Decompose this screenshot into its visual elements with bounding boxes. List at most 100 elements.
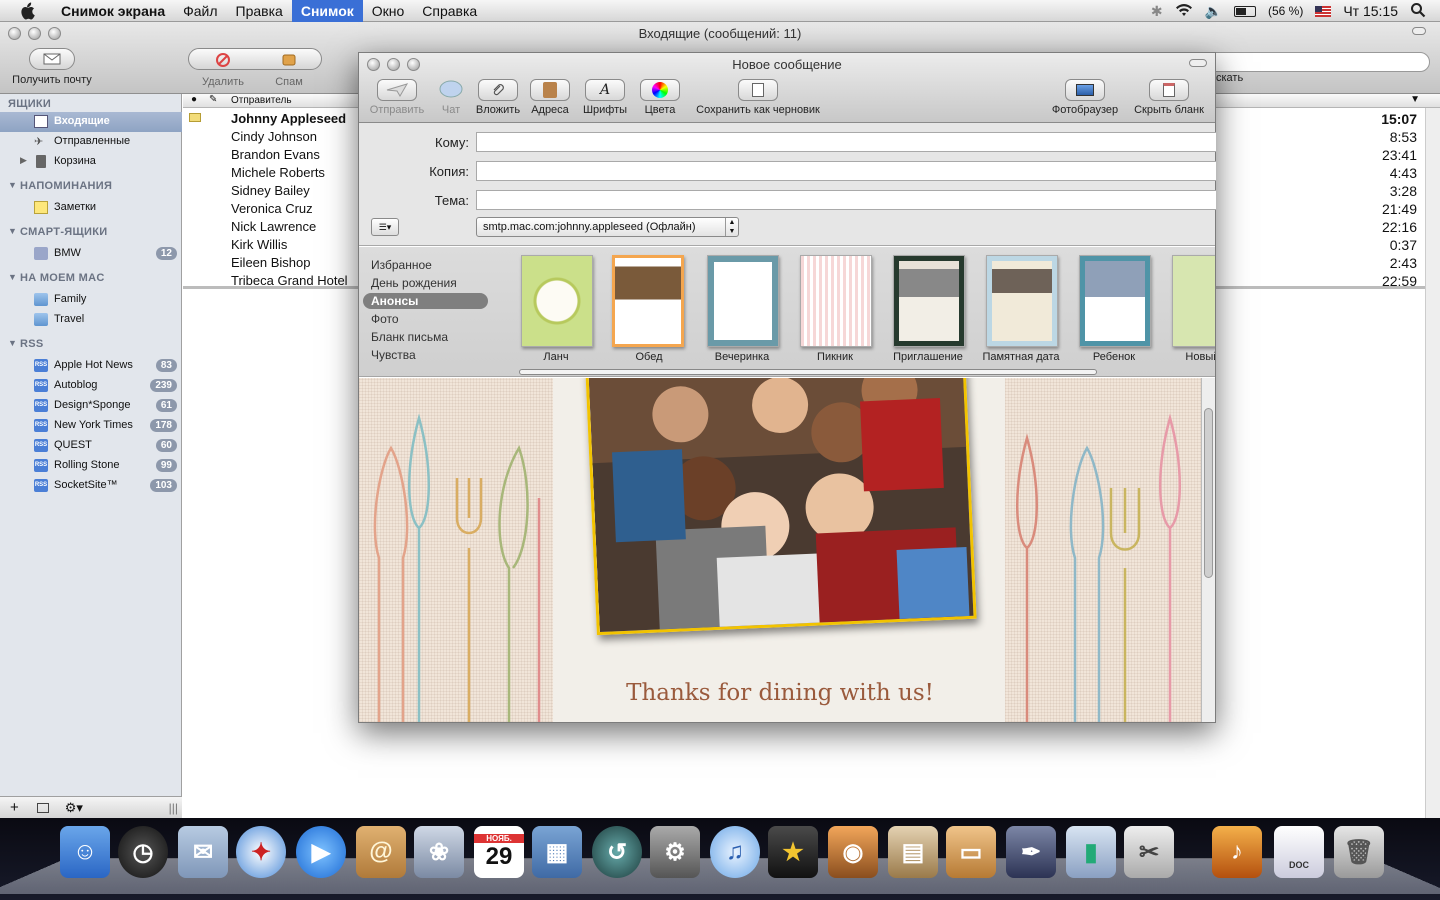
message-body[interactable]: Thanks for dining with us!	[359, 378, 1215, 722]
sidebar-item-travel[interactable]: Travel	[0, 310, 182, 330]
battery-icon[interactable]	[1233, 5, 1256, 17]
keynote-icon[interactable]: ▭	[946, 826, 996, 878]
sidebar-item-family[interactable]: Family	[0, 290, 182, 310]
disclosure-triangle-icon[interactable]: ▼	[8, 272, 17, 282]
disclosure-triangle-icon[interactable]: ▼	[8, 338, 17, 348]
gear-icon[interactable]: ⚙▾	[65, 800, 83, 816]
ichat-icon[interactable]: ▶	[296, 826, 346, 878]
received-time: 22:16	[1381, 219, 1417, 235]
stationery-scrollbar[interactable]	[519, 369, 1097, 375]
compose-toolbar-toggle[interactable]	[1189, 59, 1207, 67]
sidebar-item-inbox[interactable]: Входящие	[0, 112, 182, 132]
photo-booth-icon[interactable]: ◉	[828, 826, 878, 878]
category-birthday[interactable]: День рождения	[371, 275, 488, 291]
received-time: 23:41	[1381, 147, 1417, 163]
iphoto-icon[interactable]: ❀	[414, 826, 464, 878]
to-field[interactable]	[476, 132, 1216, 152]
header-options-menu[interactable]: ☰▾	[371, 218, 399, 236]
pages-icon[interactable]: ✒	[1006, 826, 1056, 878]
sidebar-item-autoblog[interactable]: RSS Autoblog 239	[0, 376, 182, 396]
address-book-icon[interactable]: @	[356, 826, 406, 878]
colors-button[interactable]: Цвета	[637, 79, 683, 116]
sort-arrow-icon[interactable]: ▼	[1410, 94, 1420, 105]
account-select[interactable]: smtp.mac.com:johnny.appleseed (Офлайн) ▲…	[476, 217, 739, 237]
stationery-thumb-lunch[interactable]	[521, 255, 593, 347]
menu-help[interactable]: Справка	[413, 0, 486, 22]
menu-capture[interactable]: Снимок	[291, 0, 363, 22]
garageband-icon[interactable]: ♪	[1212, 826, 1262, 878]
sidebar-item-bmw[interactable]: BMW 12	[0, 244, 182, 264]
stationery-thumb-picnic[interactable]	[800, 255, 872, 347]
scissors-icon[interactable]: ✂	[1124, 826, 1174, 878]
unread-column-icon[interactable]: ●	[191, 94, 197, 105]
stationery-thumb-dinner[interactable]	[612, 255, 684, 347]
column-header-from[interactable]: Отправитель	[231, 95, 292, 106]
junk-button[interactable]: Спам	[258, 52, 320, 88]
add-mailbox-icon[interactable]: +	[10, 799, 19, 816]
linen-pattern-right	[1005, 378, 1201, 722]
apple-menu-icon[interactable]	[18, 2, 36, 20]
attach-button[interactable]: Вложить	[473, 79, 523, 116]
hide-stationery-button[interactable]: Скрыть бланк	[1131, 79, 1207, 116]
spaces-icon[interactable]: ▦	[532, 826, 582, 878]
menu-edit[interactable]: Правка	[227, 0, 292, 22]
subject-field[interactable]	[476, 190, 1216, 210]
dashboard-icon[interactable]: ◷	[118, 826, 168, 878]
cc-field[interactable]	[476, 161, 1216, 181]
spotlight-icon[interactable]	[1410, 2, 1426, 21]
scroll-thumb[interactable]	[1204, 408, 1213, 578]
sidebar-item-rolling-stone[interactable]: RSS Rolling Stone 99	[0, 456, 182, 476]
send-button[interactable]: Отправить	[367, 79, 427, 116]
time-machine-icon[interactable]: ↺	[592, 826, 642, 878]
document-stack-icon[interactable]: DOC	[1274, 826, 1324, 878]
flag-column-icon[interactable]: ✎	[209, 94, 217, 105]
input-flag-icon[interactable]	[1315, 5, 1332, 17]
category-feelings[interactable]: Чувства	[371, 347, 488, 363]
body-scrollbar[interactable]	[1201, 378, 1215, 722]
sidebar-item-socketsite[interactable]: RSS SocketSite™ 103	[0, 476, 182, 496]
ical-icon[interactable]: НОЯБ. 29	[474, 826, 524, 878]
resize-handle-icon[interactable]: |||	[169, 801, 178, 815]
sidebar-item-apple-hot-news[interactable]: RSS Apple Hot News 83	[0, 356, 182, 376]
photo-browser-button[interactable]: Фотобраузер	[1049, 79, 1121, 116]
show-photo-icon[interactable]	[36, 802, 49, 813]
sidebar-item-new-york-times[interactable]: RSS New York Times 178	[0, 416, 182, 436]
disclosure-triangle-icon[interactable]: ▼	[8, 180, 17, 190]
category-photos[interactable]: Фото	[371, 311, 488, 327]
toolbar-toggle-button[interactable]	[1412, 27, 1426, 35]
imovie-icon[interactable]: ★	[768, 826, 818, 878]
sidebar-item-trash[interactable]: ▶ Корзина	[0, 152, 182, 172]
message-list-scrollbar[interactable]	[1425, 108, 1440, 818]
trash-icon[interactable]: 🗑	[1334, 826, 1384, 878]
wifi-icon[interactable]	[1175, 3, 1193, 20]
get-mail-button[interactable]: Получить почту	[6, 48, 98, 86]
system-preferences-icon[interactable]: ⚙	[650, 826, 700, 878]
volume-icon[interactable]: 🔈	[1205, 3, 1222, 20]
disclosure-triangle-icon[interactable]: ▼	[8, 226, 17, 236]
iweb-icon[interactable]: ▤	[888, 826, 938, 878]
sidebar-item-notes[interactable]: Заметки	[0, 198, 182, 218]
bluetooth-icon[interactable]: ✱	[1151, 3, 1163, 20]
address-button[interactable]: Адреса	[527, 79, 573, 116]
delete-button[interactable]: Удалить	[192, 52, 254, 88]
safari-icon[interactable]: ✦	[236, 826, 286, 878]
sidebar-item-quest[interactable]: RSS QUEST 60	[0, 436, 182, 456]
numbers-icon[interactable]: ▮	[1066, 826, 1116, 878]
sidebar-item-sent[interactable]: ✈ Отправленные	[0, 132, 182, 152]
fonts-button[interactable]: A Шрифты	[581, 79, 629, 116]
sidebar-item-design-sponge[interactable]: RSS Design*Sponge 61	[0, 396, 182, 416]
finder-icon[interactable]: ☺	[60, 826, 110, 878]
menu-window[interactable]: Окно	[363, 0, 414, 22]
category-favorites[interactable]: Избранное	[371, 257, 488, 273]
clock[interactable]: Чт 15:15	[1343, 3, 1398, 19]
category-announcements[interactable]: Анонсы	[363, 293, 488, 309]
disclosure-triangle-icon[interactable]: ▶	[20, 155, 27, 166]
save-draft-button[interactable]: Сохранить как черновик	[689, 79, 827, 116]
app-menu[interactable]: Снимок экрана	[52, 0, 174, 22]
chat-button[interactable]: Чат	[431, 79, 471, 116]
stationery-thumb-new[interactable]	[1172, 255, 1215, 347]
mail-icon[interactable]: ✉	[178, 826, 228, 878]
category-letterhead[interactable]: Бланк письма	[371, 329, 488, 345]
itunes-icon[interactable]: ♫	[710, 826, 760, 878]
menu-file[interactable]: Файл	[174, 0, 226, 22]
